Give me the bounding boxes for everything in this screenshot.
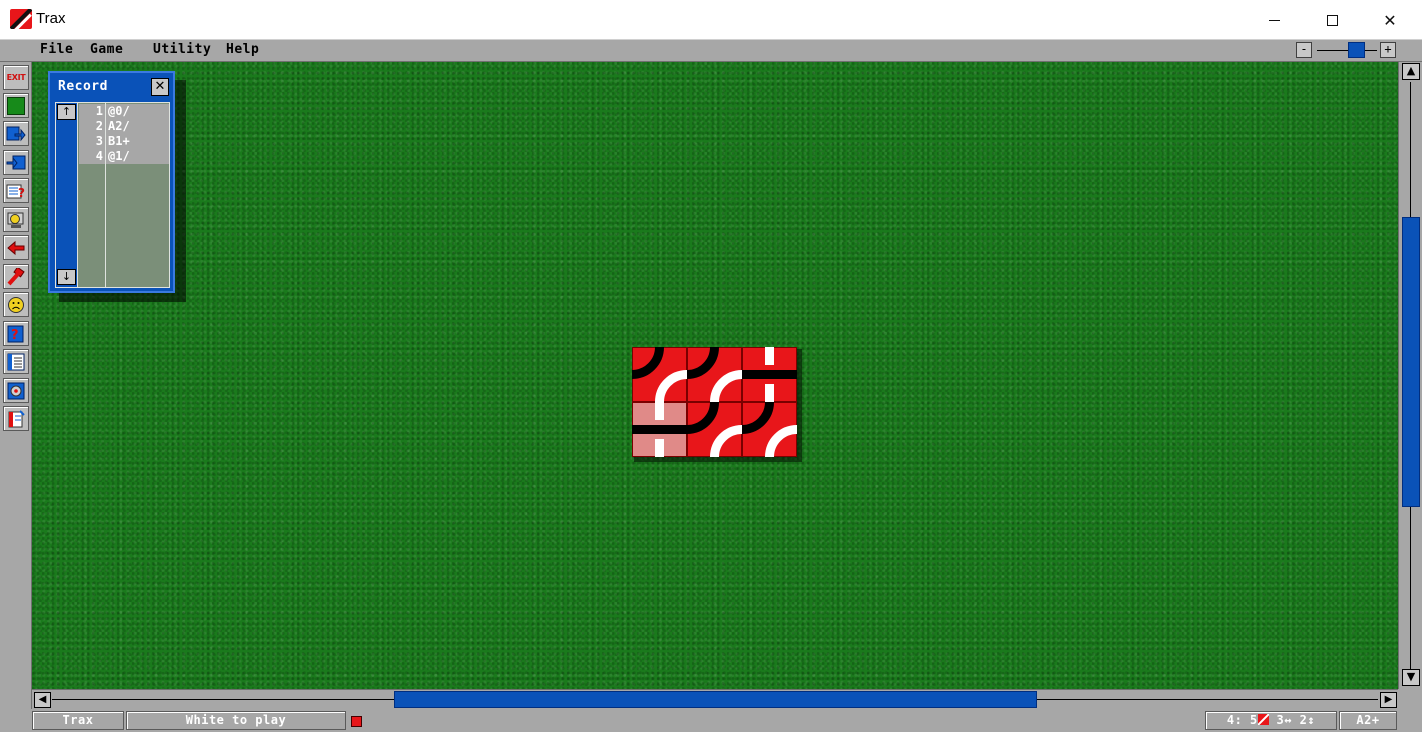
title-bar: Trax ✕ [0,0,1422,40]
minimize-icon [1268,19,1280,21]
green-square-icon [7,96,25,115]
scrollbar-corner [1398,689,1422,732]
scroll-down-button[interactable]: ▼ [1402,669,1420,686]
red-tile-status-icon [351,716,362,727]
trax-tile-curve[interactable] [687,402,742,457]
help-button[interactable]: ? [3,321,29,346]
move-notation: A2/ [108,119,130,133]
maximize-icon [1326,14,1338,26]
sad-face-icon [8,296,24,313]
status-counts: 4: 5 3↔ 2↕ [1205,711,1337,730]
help-question-icon: ? [7,325,24,343]
menu-file[interactable]: File [40,42,73,57]
close-icon: ✕ [1383,10,1397,30]
minimize-button[interactable] [1245,0,1303,40]
vertical-scroll-thumb[interactable] [1402,217,1420,507]
trax-tile-curve[interactable] [632,347,687,402]
load-game-button[interactable] [3,150,29,175]
menu-game[interactable]: Game [90,42,123,57]
horizontal-scrollbar[interactable]: ◀ ▶ [32,689,1398,709]
options-button[interactable] [3,378,29,403]
maximize-button[interactable] [1303,0,1361,40]
scroll-left-button[interactable]: ◀ [34,692,51,708]
menu-utility[interactable]: Utility [153,42,211,57]
save-game-button[interactable] [3,121,29,146]
trax-tile-cross[interactable] [632,402,687,457]
status-last-move: A2+ [1339,711,1397,730]
menu-help[interactable]: Help [226,42,259,57]
menu-bar: File Game Utility Help - + [0,40,1422,62]
red-left-arrow-icon [7,240,25,255]
status-bar: Trax White to play 4: 5 3↔ 2↕ A2+ [0,709,1398,732]
move-notation: B1+ [108,134,130,148]
move-notation: @1/ [108,149,130,163]
new-game-button[interactable] [3,93,29,118]
record-scrollbar[interactable]: ↑ ↓ [56,103,78,287]
status-message: White to play [126,711,346,730]
settings-gear-icon [7,382,25,399]
zoom-slider-thumb[interactable] [1348,42,1365,58]
trax-tile-cross[interactable] [742,347,797,402]
record-row[interactable]: 3 B1+ [79,134,169,149]
scroll-right-button[interactable]: ▶ [1380,692,1397,708]
record-row[interactable]: 1 @0/ [79,104,169,119]
record-row[interactable]: 4 @1/ [79,149,169,164]
notebook-icon [8,409,25,427]
trax-tile-curve[interactable] [687,347,742,402]
tile-group [632,347,803,462]
record-move-list: 1 @0/ 2 A2/ 3 B1+ 4 @1/ [79,103,169,287]
record-close-button[interactable]: ✕ [151,78,169,96]
record-title: Record [58,79,108,94]
record-scroll-up-button[interactable]: ↑ [57,104,76,120]
trax-app-icon [10,9,32,29]
record-window: Record ✕ ↑ ↓ 1 @0/ 2 A2/ 3 B1+ 4 @1/ [48,71,175,293]
zoom-out-button[interactable]: - [1296,42,1312,58]
trax-tile-curve[interactable] [742,402,797,457]
blue-arrow-in-icon [6,155,26,169]
status-counts-text: 4: 5 [1226,713,1258,727]
zoom-control: - + [1296,42,1398,59]
status-counts-tail: 3↔ 2↕ [1268,713,1316,727]
zoom-in-button[interactable]: + [1380,42,1396,58]
record-row[interactable]: 2 A2/ [79,119,169,134]
move-number: 2 [95,119,103,133]
zoom-track [1317,50,1377,51]
hint-button[interactable]: ? [3,178,29,203]
record-list-icon [7,353,25,370]
notes-button[interactable] [3,406,29,431]
move-number: 1 [95,104,103,118]
exit-button[interactable]: EXIT [3,65,29,90]
move-number: 3 [95,134,103,148]
svg-text:?: ? [11,328,19,343]
scroll-up-button[interactable]: ▲ [1402,63,1420,80]
move-notation: @0/ [108,104,130,118]
move-number: 4 [95,149,103,163]
tile-tool-button[interactable] [3,264,29,289]
close-button[interactable]: ✕ [1361,0,1419,40]
record-body: ↑ ↓ 1 @0/ 2 A2/ 3 B1+ 4 @1/ [55,102,170,288]
red-tool-icon [7,267,25,285]
window-title: Trax [36,10,66,27]
svg-text:?: ? [18,186,25,200]
computer-play-button[interactable] [3,207,29,232]
face-screen-icon [7,212,24,228]
record-scroll-down-button[interactable]: ↓ [57,269,76,285]
blue-arrow-right-icon [6,126,26,141]
record-column-divider [105,103,106,287]
red-tile-icon [1257,713,1270,726]
record-button[interactable] [3,349,29,374]
vertical-scrollbar[interactable]: ▲ ▼ [1398,62,1422,689]
checklist-question-icon: ? [6,184,25,200]
horizontal-scroll-thumb[interactable] [394,691,1037,708]
resign-button[interactable] [3,292,29,317]
exit-icon: EXIT [6,73,26,82]
left-toolbar: EXIT ? ? [0,62,32,732]
undo-button[interactable] [3,235,29,260]
status-mode: Trax [32,711,124,730]
